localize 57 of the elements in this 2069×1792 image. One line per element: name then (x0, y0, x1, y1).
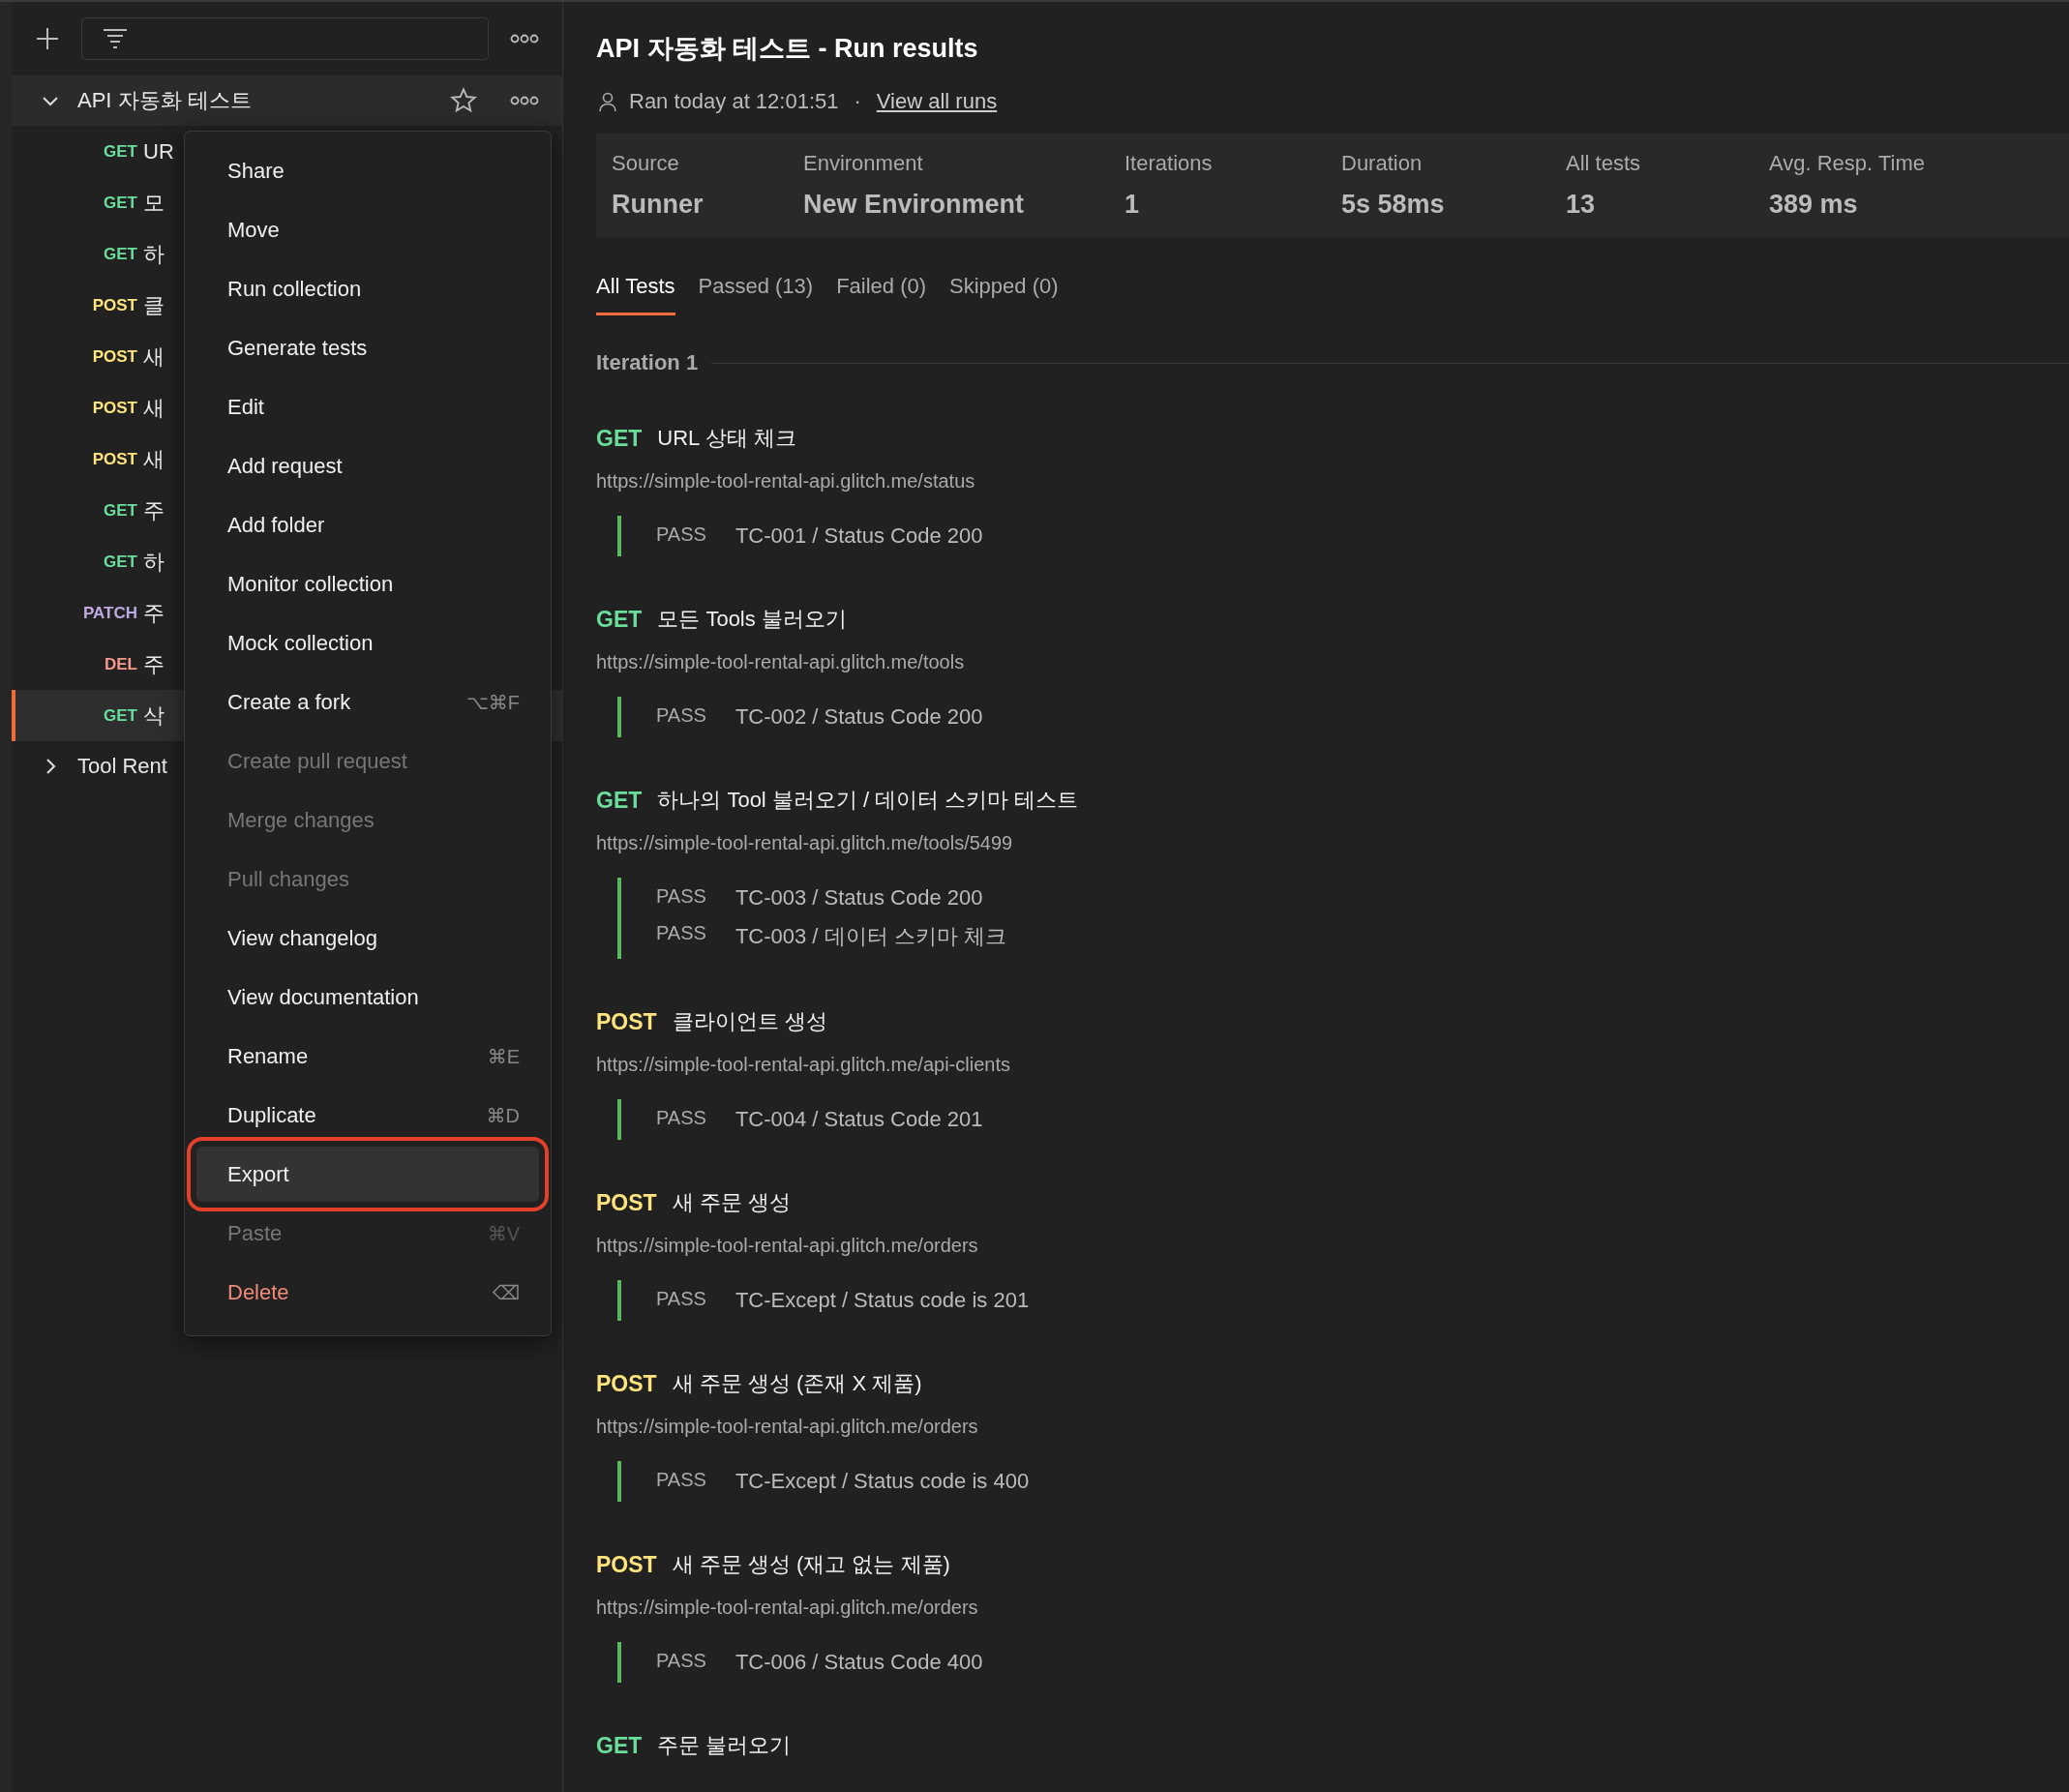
test-name: TC-002 / Status Code 200 (735, 704, 983, 730)
request-method: GET (596, 425, 643, 452)
test-name: TC-001 / Status Code 200 (735, 523, 983, 549)
request-name: 주문 불러오기 (657, 1732, 792, 1759)
request-name: URL 상태 체크 (657, 425, 796, 452)
request-name: 모든 Tools 불러오기 (657, 606, 847, 633)
request-url: https://simple-tool-rental-api.glitch.me/orders (596, 1416, 979, 1438)
stat-value: 13 (1566, 190, 1597, 220)
stat-value: New Environment (803, 190, 1026, 220)
request-method: GET (596, 606, 643, 633)
request-method: GET (596, 1732, 643, 1759)
collection-name: Tool Rent (77, 754, 167, 779)
request-method: POST (596, 1189, 657, 1216)
request-name: 새 주문 생성 (재고 없는 제품) (672, 1551, 950, 1578)
test-name: TC-006 / Status Code 400 (735, 1650, 983, 1675)
request-method: POST (596, 1370, 657, 1397)
test-name: TC-003 / Status Code 200 (735, 885, 983, 911)
test-status: PASS (656, 922, 706, 945)
request-name: 새 주문 생성 (672, 1189, 791, 1216)
collection-name: API 자동화 테스트 (77, 87, 252, 114)
test-name: TC-Except / Status code is 201 (735, 1288, 1030, 1313)
request-url: https://simple-tool-rental-api.glitch.me/status (596, 470, 976, 493)
request-url: https://simple-tool-rental-api.glitch.me/tools (596, 651, 966, 673)
run-time: Ran today at 12:01:51 (629, 89, 839, 114)
stat-label: Duration (1341, 151, 1424, 176)
test-name: TC-004 / Status Code 201 (735, 1107, 983, 1132)
test-status: PASS (656, 1650, 706, 1673)
request-url: https://simple-tool-rental-api.glitch.me/tools/5499 (596, 832, 1014, 854)
iteration-heading: Iteration 1 (596, 350, 699, 375)
request-name: 클라이언트 생성 (672, 1008, 827, 1035)
request-name: 하나의 Tool 불러오기 / 데이터 스키마 테스트 (657, 787, 1079, 814)
test-status: PASS (656, 1469, 706, 1492)
request-method: POST (596, 1551, 657, 1578)
separator-dot: · (854, 89, 861, 114)
stat-label: Source (612, 151, 680, 176)
request-name: 새 주문 생성 (존재 X 제품) (672, 1370, 922, 1397)
test-status: PASS (656, 1107, 706, 1130)
test-name: TC-Except / Status code is 400 (735, 1469, 1030, 1494)
stat-label: Avg. Resp. Time (1769, 151, 1925, 176)
test-status: PASS (656, 1288, 706, 1311)
stat-value: 1 (1124, 190, 1141, 220)
request-url: https://simple-tool-rental-api.glitch.me/orders (596, 1597, 979, 1619)
stat-label: Environment (803, 151, 924, 176)
stat-value: 389 ms (1769, 190, 1859, 220)
test-name: TC-003 / 데이터 스키마 체크 (735, 923, 1006, 950)
request-method: POST (596, 1008, 657, 1035)
request-url: https://simple-tool-rental-api.glitch.me/api-clients (596, 1054, 1011, 1076)
stat-value: Runner (612, 190, 705, 220)
test-status: PASS (656, 704, 706, 728)
stat-label: Iterations (1124, 151, 1214, 176)
stat-value: 5s 58ms (1341, 190, 1446, 220)
stat-label: All tests (1566, 151, 1642, 176)
request-url: https://simple-tool-rental-api.glitch.me/orders (596, 1235, 979, 1257)
page-title: API 자동화 테스트 - Run results (596, 33, 979, 65)
test-status: PASS (656, 523, 706, 547)
test-status: PASS (656, 885, 706, 909)
request-method: GET (596, 787, 643, 814)
